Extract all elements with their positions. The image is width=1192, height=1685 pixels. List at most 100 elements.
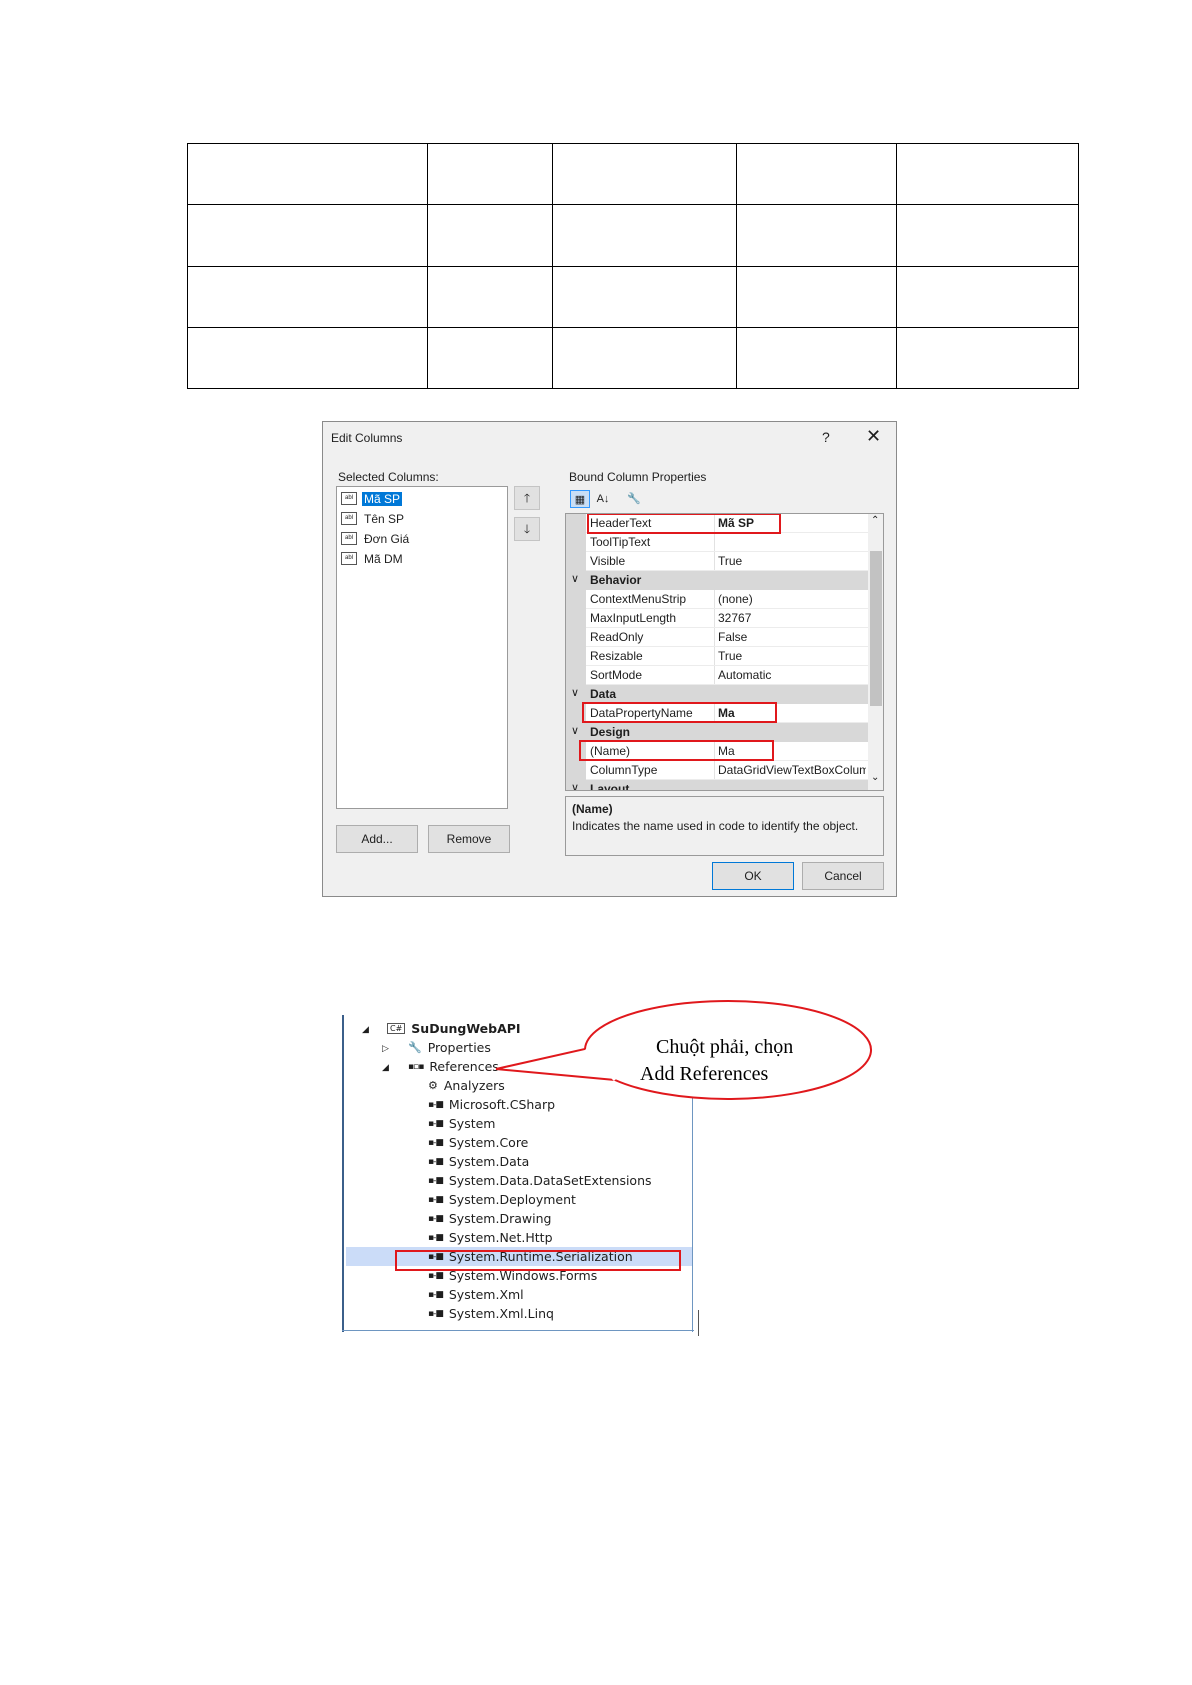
table-row [187, 142, 1079, 206]
table-cell [736, 142, 897, 206]
analyzer-icon: ⚙ [428, 1079, 438, 1092]
table-cell [187, 204, 428, 267]
table-cell [427, 204, 553, 267]
reference-item[interactable]: ▪-■ System.Deployment [428, 1190, 576, 1209]
project-name: SuDungWebAPI [411, 1021, 521, 1036]
table-cell [896, 265, 1079, 328]
reference-item[interactable]: ▪-■ System.Drawing [428, 1209, 551, 1228]
reference-item[interactable]: ▪-■ System.Xml [428, 1285, 524, 1304]
reference-item[interactable]: ▪-■ System.Data [428, 1152, 529, 1171]
column-item-ma-sp[interactable]: abl Mã SP [341, 490, 403, 507]
property-row-columntype[interactable]: ColumnType DataGridViewTextBoxColumn [566, 761, 868, 780]
table-cell [427, 265, 553, 328]
alphabetical-sort-icon[interactable]: A↓ [593, 490, 613, 508]
column-label: Mã DM [364, 551, 403, 566]
table-row [187, 326, 1079, 390]
table-cell [552, 265, 737, 328]
property-value[interactable]: 32767 [718, 611, 866, 625]
tree-item-properties[interactable]: 🔧 Properties [408, 1038, 491, 1057]
assembly-icon: ▪-■ [428, 1308, 444, 1319]
column-item-don-gia[interactable]: abl Đơn Giá [341, 530, 411, 547]
property-row-resizable[interactable]: Resizable True [566, 647, 868, 666]
category-behavior[interactable]: ∨ Behavior [566, 571, 868, 590]
remove-button[interactable]: Remove [428, 825, 510, 853]
scroll-down-icon[interactable]: ⌄ [871, 772, 879, 783]
selected-columns-list[interactable]: abl Mã SP abl Tên SP abl Đơn Giá abl Mã … [336, 486, 508, 809]
reference-item[interactable]: ▪-■ Microsoft.CSharp [428, 1095, 555, 1114]
column-item-ma-dm[interactable]: abl Mã DM [341, 550, 405, 567]
dialog-title: Edit Columns [331, 431, 403, 445]
move-down-button[interactable]: 🡓 [514, 517, 540, 541]
ok-button[interactable]: OK [712, 862, 794, 890]
tree-item-project[interactable]: C# SuDungWebAPI [387, 1019, 521, 1038]
chevron-down-icon[interactable]: ∨ [571, 572, 579, 585]
reference-item[interactable]: ▪-■ System.Data.DataSetExtensions [428, 1171, 652, 1190]
reference-label: System.Core [448, 1135, 529, 1150]
property-row-maxinputlength[interactable]: MaxInputLength 32767 [566, 609, 868, 628]
table-cell [736, 326, 897, 390]
reference-label: System.Data.DataSetExtensions [448, 1173, 652, 1188]
cancel-button[interactable]: Cancel [802, 862, 884, 890]
reference-item[interactable]: ▪-■ System.Net.Http [428, 1228, 553, 1247]
reference-item[interactable]: ▪-■ System [428, 1114, 495, 1133]
arrow-up-icon: 🡑 [523, 491, 531, 505]
move-up-button[interactable]: 🡑 [514, 486, 540, 510]
property-row-visible[interactable]: Visible True [566, 552, 868, 571]
reference-item[interactable]: ▪-■ System.Xml.Linq [428, 1304, 554, 1323]
table-cell [427, 142, 553, 206]
chevron-down-icon[interactable]: ∨ [571, 781, 579, 790]
selected-columns-label: Selected Columns: [338, 470, 439, 484]
chevron-down-icon[interactable]: ∨ [571, 686, 579, 699]
column-label: Đơn Giá [364, 531, 410, 546]
column-label: Mã SP [362, 491, 403, 506]
property-value[interactable]: (none) [718, 592, 866, 606]
close-icon[interactable]: ✕ [866, 426, 881, 447]
csharp-project-icon: C# [387, 1023, 406, 1034]
reference-label: System [448, 1116, 496, 1131]
table-cell [427, 326, 553, 390]
collapse-triangle-icon[interactable]: ▷ [382, 1044, 389, 1054]
property-value[interactable]: Automatic [718, 668, 866, 682]
expand-triangle-icon[interactable]: ◢ [362, 1025, 369, 1035]
property-scrollbar[interactable]: ⌃ ⌄ [868, 514, 883, 790]
category-layout[interactable]: ∨ Layout [566, 780, 868, 790]
property-value[interactable]: True [718, 649, 866, 663]
assembly-icon: ▪-■ [428, 1099, 444, 1110]
help-button[interactable]: ? [822, 429, 830, 445]
empty-table [187, 142, 1079, 390]
table-cell [552, 204, 737, 267]
reference-item[interactable]: ▪-■ System.Core [428, 1133, 528, 1152]
tree-item-analyzers[interactable]: ⚙ Analyzers [428, 1076, 505, 1095]
table-cell [187, 265, 428, 328]
property-row-sortmode[interactable]: SortMode Automatic [566, 666, 868, 685]
table-cell [187, 326, 428, 390]
property-row-contextmenustrip[interactable]: ContextMenuStrip (none) [566, 590, 868, 609]
chevron-down-icon[interactable]: ∨ [571, 724, 579, 737]
property-row-tooltiptext[interactable]: ToolTipText [566, 533, 868, 552]
callout-text-line1: Chuột phải, chọn [656, 1036, 794, 1058]
highlight-datapropertyname [582, 702, 777, 723]
reference-label: System.Xml.Linq [448, 1306, 554, 1321]
table-cell [896, 204, 1079, 267]
property-value[interactable]: DataGridViewTextBoxColumn [718, 763, 866, 777]
scroll-thumb[interactable] [870, 551, 882, 706]
wrench-icon[interactable]: 🔧 [624, 490, 644, 508]
tree-item-references[interactable]: ▪▫▪ References [408, 1057, 499, 1076]
bound-column-properties-label: Bound Column Properties [569, 470, 707, 484]
property-row-readonly[interactable]: ReadOnly False [566, 628, 868, 647]
expand-triangle-icon[interactable]: ◢ [382, 1063, 389, 1073]
table-cell [736, 265, 897, 328]
add-button[interactable]: Add... [336, 825, 418, 853]
column-item-ten-sp[interactable]: abl Tên SP [341, 510, 406, 527]
reference-label: System.Net.Http [448, 1230, 553, 1245]
categorized-icon[interactable]: ▦ [570, 490, 590, 508]
edit-columns-dialog: Edit Columns ? ✕ Selected Columns: abl M… [322, 421, 897, 897]
callout-text-line2: Add References [640, 1063, 769, 1085]
textbox-column-icon: abl [341, 532, 357, 545]
scroll-up-icon[interactable]: ⌃ [871, 515, 879, 526]
textbox-column-icon: abl [341, 512, 357, 525]
assembly-icon: ▪-■ [428, 1232, 444, 1243]
property-value[interactable]: True [718, 554, 866, 568]
description-text: Indicates the name used in code to ident… [572, 819, 859, 833]
property-value[interactable]: False [718, 630, 866, 644]
